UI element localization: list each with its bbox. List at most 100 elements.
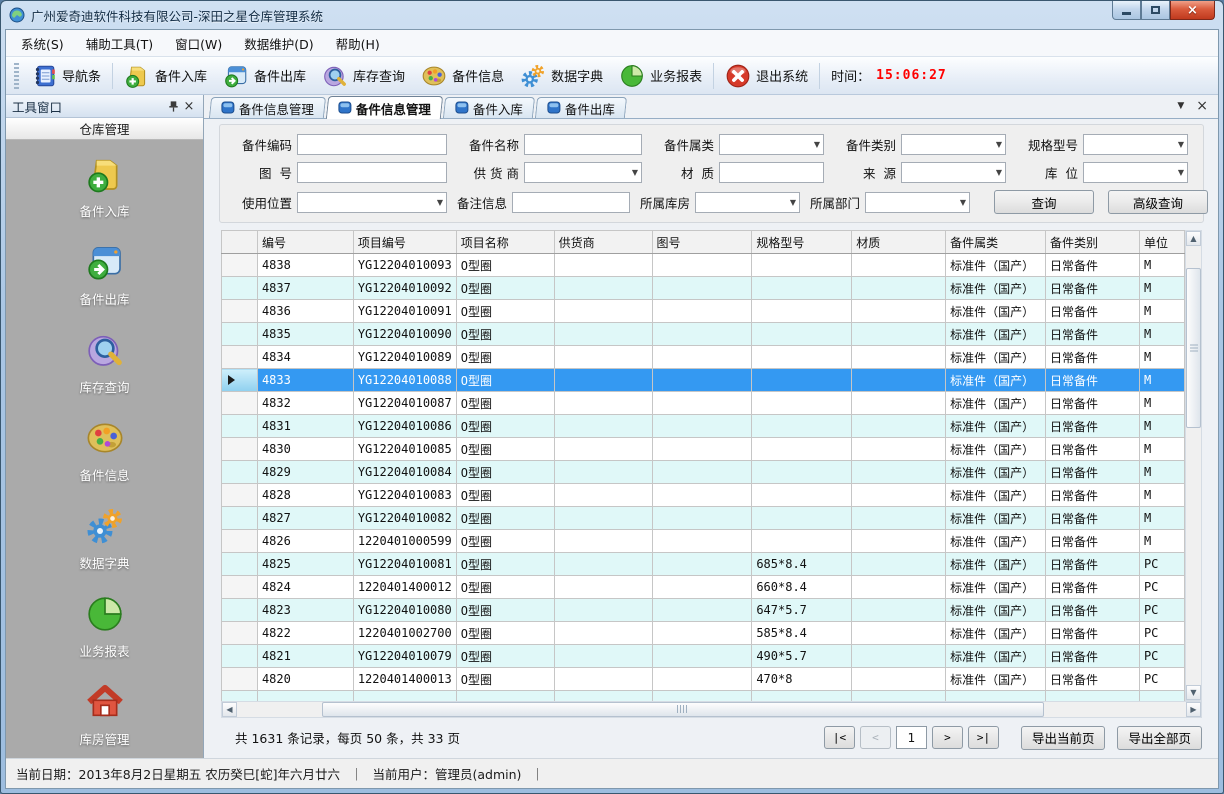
table-cell[interactable]: 日常备件: [1046, 369, 1140, 392]
text-input-field[interactable]: [524, 134, 642, 155]
last-page-button[interactable]: >|: [968, 726, 999, 749]
table-cell[interactable]: YG12204010092: [353, 277, 456, 300]
table-cell[interactable]: [852, 369, 946, 392]
dropdown-field[interactable]: [524, 162, 642, 183]
table-cell[interactable]: YG12204010083: [353, 484, 456, 507]
table-cell[interactable]: 标准件（国产）: [946, 369, 1046, 392]
table-cell[interactable]: 4822: [257, 622, 353, 645]
toolbar-button-5[interactable]: 数据字典: [512, 60, 611, 92]
table-cell[interactable]: [852, 300, 946, 323]
close-button[interactable]: ×: [1170, 1, 1215, 20]
table-cell[interactable]: 日常备件: [1046, 599, 1140, 622]
table-cell[interactable]: [752, 254, 852, 277]
table-cell[interactable]: [652, 553, 752, 576]
tab-close-button[interactable]: ×: [1196, 99, 1208, 113]
text-input-field[interactable]: [297, 134, 447, 155]
table-cell[interactable]: M: [1139, 530, 1184, 553]
table-cell[interactable]: YG12204010093: [353, 254, 456, 277]
vertical-scroll-thumb[interactable]: [1186, 268, 1201, 428]
table-cell[interactable]: O型圈: [456, 599, 554, 622]
table-cell[interactable]: 4823: [257, 599, 353, 622]
table-row[interactable]: 4827YG12204010082O型圈标准件（国产）日常备件M: [222, 507, 1185, 530]
table-cell[interactable]: [554, 369, 652, 392]
table-cell[interactable]: O型圈: [456, 300, 554, 323]
table-cell[interactable]: 4831: [257, 415, 353, 438]
row-marker-cell[interactable]: [222, 599, 258, 622]
row-marker-cell[interactable]: [222, 254, 258, 277]
table-cell[interactable]: 标准件（国产）: [946, 300, 1046, 323]
vertical-scrollbar[interactable]: ▲ ▼: [1185, 230, 1202, 701]
table-cell[interactable]: O型圈: [456, 507, 554, 530]
sidebar-item-3[interactable]: 备件信息: [6, 418, 203, 484]
table-cell[interactable]: 日常备件: [1046, 576, 1140, 599]
table-cell[interactable]: O型圈: [456, 576, 554, 599]
table-cell[interactable]: 4821: [257, 645, 353, 668]
table-cell[interactable]: YG12204010082: [353, 507, 456, 530]
table-cell[interactable]: 日常备件: [1046, 300, 1140, 323]
table-cell[interactable]: PC: [1139, 622, 1184, 645]
table-cell[interactable]: [752, 484, 852, 507]
table-cell[interactable]: 标准件（国产）: [946, 645, 1046, 668]
scroll-right-icon[interactable]: ▶: [1186, 702, 1201, 717]
dock-close-button[interactable]: ×: [181, 98, 197, 114]
table-cell[interactable]: [752, 461, 852, 484]
table-cell[interactable]: 标准件（国产）: [946, 668, 1046, 691]
table-cell[interactable]: O型圈: [456, 346, 554, 369]
prev-page-button[interactable]: <: [860, 726, 891, 749]
table-cell[interactable]: 标准件（国产）: [946, 438, 1046, 461]
maximize-button[interactable]: [1141, 1, 1170, 20]
table-cell[interactable]: [554, 530, 652, 553]
table-cell[interactable]: [652, 254, 752, 277]
horizontal-scroll-thumb[interactable]: [322, 702, 1043, 717]
menu-item-1[interactable]: 辅助工具(T): [75, 30, 164, 57]
table-row[interactable]: 4821YG12204010079O型圈490*5.7标准件（国产）日常备件PC: [222, 645, 1185, 668]
table-cell[interactable]: M: [1139, 461, 1184, 484]
tab-2[interactable]: 备件入库: [443, 97, 535, 118]
table-cell[interactable]: O型圈: [456, 323, 554, 346]
table-cell[interactable]: 4836: [257, 300, 353, 323]
table-cell[interactable]: [852, 576, 946, 599]
table-cell[interactable]: O型圈: [456, 415, 554, 438]
table-cell[interactable]: [852, 438, 946, 461]
table-cell[interactable]: [752, 530, 852, 553]
table-cell[interactable]: [652, 530, 752, 553]
table-row[interactable]: 4829YG12204010084O型圈标准件（国产）日常备件M: [222, 461, 1185, 484]
row-marker-cell[interactable]: [222, 668, 258, 691]
table-cell[interactable]: O型圈: [456, 277, 554, 300]
table-cell[interactable]: PC: [1139, 599, 1184, 622]
table-cell[interactable]: 4828: [257, 484, 353, 507]
pin-button[interactable]: [165, 98, 181, 114]
table-cell[interactable]: [752, 323, 852, 346]
table-cell[interactable]: [652, 415, 752, 438]
table-cell[interactable]: [554, 668, 652, 691]
table-cell[interactable]: 日常备件: [1046, 346, 1140, 369]
table-cell[interactable]: 标准件（国产）: [946, 323, 1046, 346]
column-header[interactable]: 备件类别: [1046, 231, 1140, 254]
text-input-field[interactable]: [297, 162, 447, 183]
menu-item-4[interactable]: 帮助(H): [325, 30, 391, 57]
column-header[interactable]: 供货商: [554, 231, 652, 254]
table-cell[interactable]: [752, 392, 852, 415]
column-header[interactable]: 编号: [257, 231, 353, 254]
table-cell[interactable]: 日常备件: [1046, 438, 1140, 461]
row-marker-cell[interactable]: [222, 438, 258, 461]
table-row-partial[interactable]: [222, 691, 1185, 701]
table-cell[interactable]: [652, 438, 752, 461]
table-cell[interactable]: 4835: [257, 323, 353, 346]
table-cell[interactable]: O型圈: [456, 645, 554, 668]
table-cell[interactable]: [554, 323, 652, 346]
next-page-button[interactable]: >: [932, 726, 963, 749]
column-header[interactable]: 规格型号: [752, 231, 852, 254]
table-cell[interactable]: 4829: [257, 461, 353, 484]
table-cell[interactable]: 日常备件: [1046, 277, 1140, 300]
sidebar-item-5[interactable]: 业务报表: [6, 594, 203, 660]
column-header[interactable]: 图号: [652, 231, 752, 254]
dropdown-field[interactable]: [865, 192, 970, 213]
table-cell[interactable]: 日常备件: [1046, 622, 1140, 645]
table-cell[interactable]: 日常备件: [1046, 484, 1140, 507]
scroll-up-icon[interactable]: ▲: [1186, 231, 1201, 246]
table-cell[interactable]: 日常备件: [1046, 553, 1140, 576]
menu-item-0[interactable]: 系统(S): [10, 30, 75, 57]
table-cell[interactable]: [852, 507, 946, 530]
row-marker-cell[interactable]: [222, 300, 258, 323]
